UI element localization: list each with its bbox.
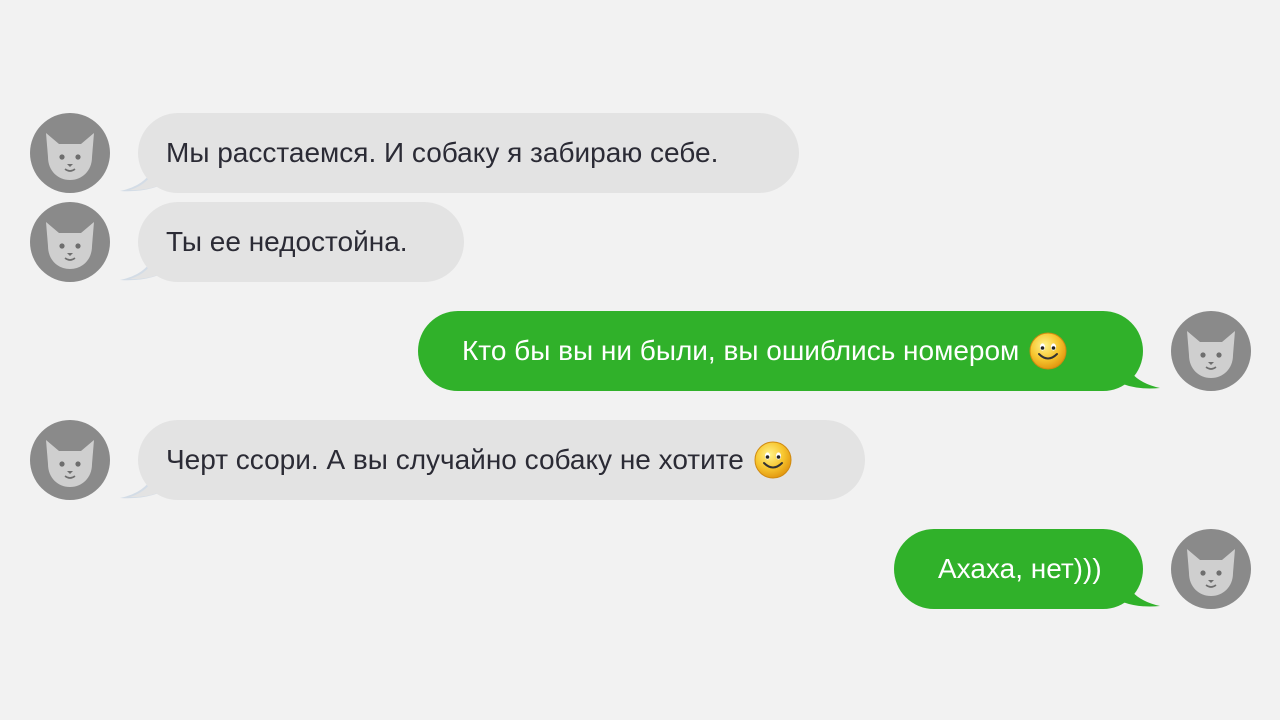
message-row: Мы расстаемся. И собаку я забираю себе. bbox=[0, 113, 1280, 193]
message-text: Ахаха, нет))) bbox=[938, 553, 1102, 584]
smiley-icon bbox=[1029, 332, 1067, 370]
smiley-icon bbox=[754, 441, 792, 479]
message-row: Кто бы вы ни были, вы ошиблись номером bbox=[0, 311, 1280, 391]
message-bubble[interactable]: Кто бы вы ни были, вы ошиблись номером bbox=[418, 311, 1143, 391]
message-bubble[interactable]: Черт ссори. А вы случайно собаку не хоти… bbox=[138, 420, 865, 500]
message-text: Черт ссори. А вы случайно собаку не хоти… bbox=[166, 444, 744, 475]
cat-avatar-icon[interactable] bbox=[1171, 529, 1251, 609]
cat-avatar-icon[interactable] bbox=[30, 113, 110, 193]
message-bubble[interactable]: Ахаха, нет))) bbox=[894, 529, 1143, 609]
message-text: Мы расстаемся. И собаку я забираю себе. bbox=[166, 137, 719, 168]
message-row: Ахаха, нет))) bbox=[0, 529, 1280, 609]
message-text: Кто бы вы ни были, вы ошиблись номером bbox=[462, 335, 1020, 366]
cat-avatar-icon[interactable] bbox=[30, 202, 110, 282]
message-text: Ты ее недостойна. bbox=[166, 226, 408, 257]
message-bubble[interactable]: Ты ее недостойна. bbox=[138, 202, 464, 282]
message-row: Ты ее недостойна. bbox=[0, 202, 1280, 282]
message-bubble[interactable]: Мы расстаемся. И собаку я забираю себе. bbox=[138, 113, 799, 193]
message-row: Черт ссори. А вы случайно собаку не хоти… bbox=[0, 420, 1280, 500]
cat-avatar-icon[interactable] bbox=[30, 420, 110, 500]
cat-avatar-icon[interactable] bbox=[1171, 311, 1251, 391]
